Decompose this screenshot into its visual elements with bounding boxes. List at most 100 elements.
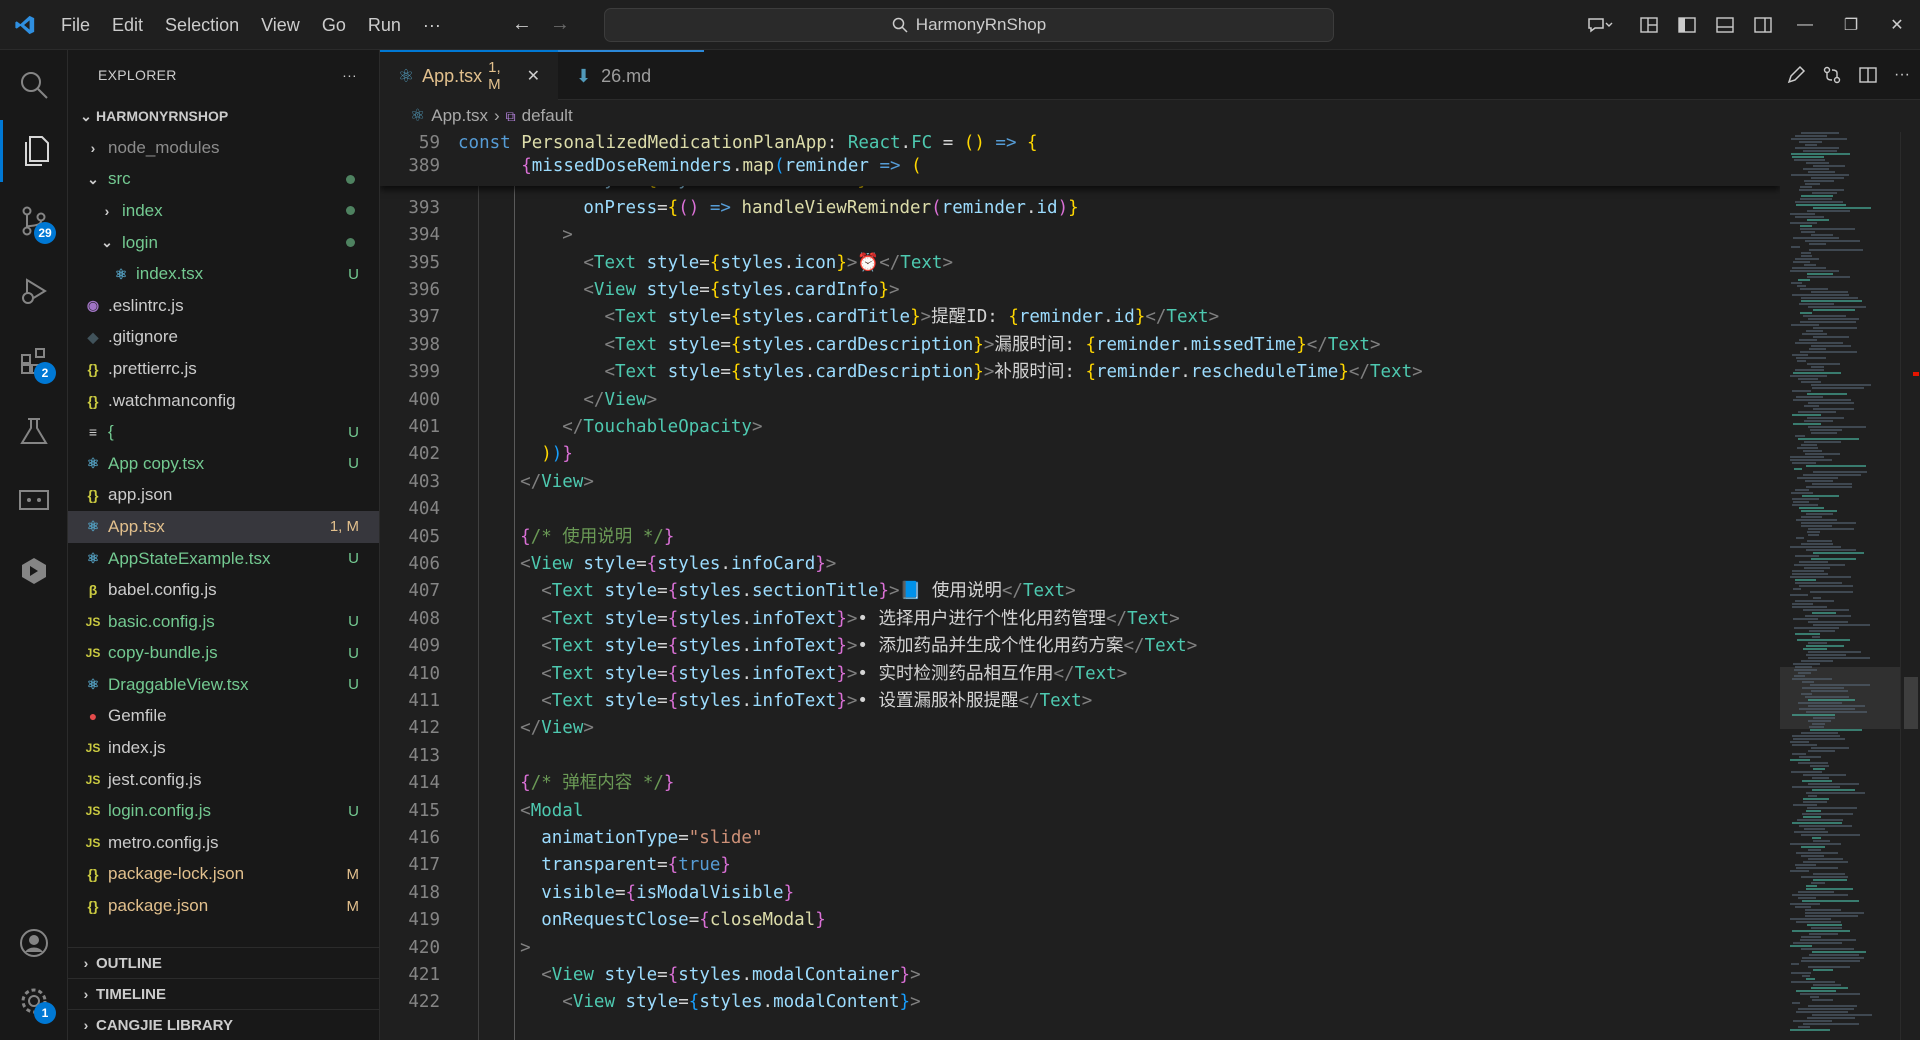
tab-26-md[interactable]: ⬇ 26.md bbox=[558, 50, 704, 100]
tree-item[interactable]: {} .watchmanconfig bbox=[68, 385, 379, 417]
restore-window-button[interactable]: ❐ bbox=[1828, 0, 1874, 50]
tree-item[interactable]: {} package-lock.json M bbox=[68, 859, 379, 891]
outline-section[interactable]: › OUTLINE bbox=[68, 947, 379, 978]
code-line[interactable]: 411 <Text style={styles.infoText}>• 设置漏服… bbox=[380, 688, 1780, 715]
tree-item[interactable]: ● Gemfile bbox=[68, 701, 379, 733]
run-debug-icon[interactable] bbox=[0, 260, 68, 322]
code-line[interactable]: 395 <Text style={styles.icon}>⏰</Text> bbox=[380, 250, 1780, 277]
search-icon[interactable] bbox=[0, 54, 68, 116]
code-line[interactable]: 401 </TouchableOpacity> bbox=[380, 414, 1780, 441]
back-arrow-icon[interactable]: ← bbox=[512, 13, 532, 36]
sticky-line[interactable]: 59 const PersonalizedMedicationPlanApp: R… bbox=[380, 132, 1780, 155]
explorer-more-actions-button[interactable]: ··· bbox=[342, 67, 357, 83]
tree-item[interactable]: › index bbox=[68, 195, 379, 227]
code-line[interactable]: 412 </View> bbox=[380, 715, 1780, 742]
code-line[interactable]: 422 <View style={styles.modalContent}> bbox=[380, 989, 1780, 1016]
tree-item[interactable]: {} .prettierrc.js bbox=[68, 353, 379, 385]
timeline-section[interactable]: › TIMELINE bbox=[68, 978, 379, 1009]
code-line[interactable]: 393 onPress={() => handleViewReminder(re… bbox=[380, 195, 1780, 222]
minimize-window-button[interactable]: — bbox=[1782, 0, 1828, 50]
breadcrumb-file[interactable]: App.tsx bbox=[431, 106, 488, 126]
explorer-files-icon[interactable] bbox=[0, 120, 68, 182]
compare-changes-icon[interactable] bbox=[1822, 65, 1842, 85]
tree-item[interactable]: ◉ .eslintrc.js bbox=[68, 290, 379, 322]
more-actions-icon[interactable]: ··· bbox=[1894, 66, 1910, 84]
split-editor-icon[interactable] bbox=[1858, 65, 1878, 85]
code-line[interactable]: 406 <View style={styles.infoCard}> bbox=[380, 551, 1780, 578]
tree-item[interactable]: ⚛ App copy.tsx U bbox=[68, 448, 379, 480]
code-line[interactable]: 415 <Modal bbox=[380, 798, 1780, 825]
tree-item[interactable]: JS basic.config.js U bbox=[68, 606, 379, 638]
code-line[interactable]: 404 bbox=[380, 496, 1780, 523]
tree-item[interactable]: ⚛ AppStateExample.tsx U bbox=[68, 543, 379, 575]
tree-item[interactable]: JS metro.config.js bbox=[68, 827, 379, 859]
code-line[interactable]: 410 <Text style={styles.infoText}>• 实时检测… bbox=[380, 661, 1780, 688]
tree-item[interactable]: ⌄ login bbox=[68, 227, 379, 259]
tree-item[interactable]: {} app.json bbox=[68, 480, 379, 512]
tree-item[interactable]: › node_modules bbox=[68, 132, 379, 164]
menu-more[interactable]: ··· bbox=[412, 0, 452, 50]
code-line[interactable]: 413 bbox=[380, 743, 1780, 770]
code-line[interactable]: 420 > bbox=[380, 935, 1780, 962]
menu-view[interactable]: View bbox=[250, 0, 311, 50]
toggle-panel-icon[interactable] bbox=[1706, 0, 1744, 50]
sticky-line[interactable]: 389 {missedDoseReminders.map(reminder =>… bbox=[380, 155, 1780, 178]
code-line[interactable]: 405 {/* 使用说明 */} bbox=[380, 524, 1780, 551]
copilot-chat-icon[interactable] bbox=[1570, 0, 1630, 50]
editor-scrollbar[interactable] bbox=[1900, 132, 1920, 1040]
menu-run[interactable]: Run bbox=[357, 0, 412, 50]
toggle-secondary-sidebar-icon[interactable] bbox=[1744, 0, 1782, 50]
code-editor[interactable]: 391 key={reminder.id}392 style={styles.r… bbox=[380, 132, 1780, 1040]
menu-edit[interactable]: Edit bbox=[101, 0, 154, 50]
breadcrumb-symbol[interactable]: default bbox=[522, 106, 573, 126]
code-line[interactable]: 397 <Text style={styles.cardTitle}>提醒ID:… bbox=[380, 304, 1780, 331]
scrollbar-thumb[interactable] bbox=[1904, 677, 1918, 729]
code-line[interactable]: 399 <Text style={styles.cardDescription}… bbox=[380, 359, 1780, 386]
extensions-icon[interactable]: 2 bbox=[0, 330, 68, 392]
code-line[interactable]: 402 ))} bbox=[380, 441, 1780, 468]
menu-selection[interactable]: Selection bbox=[154, 0, 250, 50]
tree-item[interactable]: ⌄ src bbox=[68, 164, 379, 196]
close-window-button[interactable]: ✕ bbox=[1874, 0, 1920, 50]
minimap[interactable] bbox=[1780, 132, 1900, 1040]
testing-icon[interactable] bbox=[0, 400, 68, 462]
deveco-extension-icon[interactable] bbox=[0, 540, 68, 602]
cangjie-library-section[interactable]: › CANGJIE LIBRARY bbox=[68, 1009, 379, 1040]
tree-item[interactable]: ◆ .gitignore bbox=[68, 322, 379, 354]
workspace-root-folder[interactable]: ⌄ HARMONYRNSHOP bbox=[68, 100, 379, 132]
toggle-primary-sidebar-icon[interactable] bbox=[1668, 0, 1706, 50]
menu-go[interactable]: Go bbox=[311, 0, 357, 50]
code-line[interactable]: 408 <Text style={styles.infoText}>• 选择用户… bbox=[380, 606, 1780, 633]
remote-explorer-icon[interactable] bbox=[0, 470, 68, 532]
tree-item[interactable]: {} package.json M bbox=[68, 890, 379, 922]
tree-item[interactable]: JS index.js bbox=[68, 732, 379, 764]
code-line[interactable]: 421 <View style={styles.modalContainer}> bbox=[380, 962, 1780, 989]
sticky-scroll-header[interactable]: 59 const PersonalizedMedicationPlanApp: R… bbox=[380, 132, 1780, 186]
code-line[interactable]: 394 > bbox=[380, 222, 1780, 249]
tree-item[interactable]: ≡ {U bbox=[68, 416, 379, 448]
source-control-icon[interactable]: 29 bbox=[0, 190, 68, 252]
tree-item[interactable]: JS login.config.js U bbox=[68, 795, 379, 827]
tab-app-tsx[interactable]: ⚛ App.tsx 1, M ✕ bbox=[380, 50, 558, 100]
code-line[interactable]: 398 <Text style={styles.cardDescription}… bbox=[380, 332, 1780, 359]
code-line[interactable]: 416 animationType="slide" bbox=[380, 825, 1780, 852]
tree-item[interactable]: ⚛ DraggableView.tsx U bbox=[68, 669, 379, 701]
menu-file[interactable]: File bbox=[50, 0, 101, 50]
tree-item[interactable]: JS jest.config.js bbox=[68, 764, 379, 796]
code-line[interactable]: 400 </View> bbox=[380, 387, 1780, 414]
settings-gear-icon[interactable]: 1 bbox=[0, 970, 68, 1032]
tree-item[interactable]: JS copy-bundle.js U bbox=[68, 638, 379, 670]
code-line[interactable]: 414 {/* 弹框内容 */} bbox=[380, 770, 1780, 797]
forward-arrow-icon[interactable]: → bbox=[550, 13, 570, 36]
code-line[interactable]: 407 <Text style={styles.sectionTitle}>📘 … bbox=[380, 578, 1780, 605]
customize-layout-icon[interactable] bbox=[1630, 0, 1668, 50]
tree-item[interactable]: β babel.config.js bbox=[68, 574, 379, 606]
command-center-search[interactable]: HarmonyRnShop bbox=[604, 8, 1334, 42]
code-line[interactable]: 409 <Text style={styles.infoText}>• 添加药品… bbox=[380, 633, 1780, 660]
code-line[interactable]: 417 transparent={true} bbox=[380, 852, 1780, 879]
tree-item[interactable]: ⚛ App.tsx 1, M bbox=[68, 511, 379, 543]
account-icon[interactable] bbox=[0, 912, 68, 974]
code-line[interactable]: 419 onRequestClose={closeModal} bbox=[380, 907, 1780, 934]
edit-pencil-icon[interactable] bbox=[1786, 65, 1806, 85]
code-line[interactable]: 418 visible={isModalVisible} bbox=[380, 880, 1780, 907]
